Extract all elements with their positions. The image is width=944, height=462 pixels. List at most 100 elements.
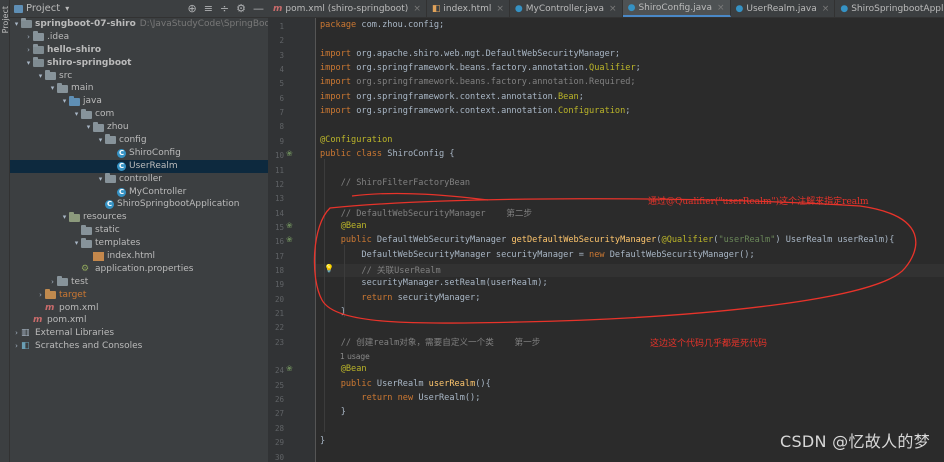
tree-item[interactable]: ▾ zhou [10, 121, 268, 134]
chevron-right-icon[interactable]: › [48, 276, 57, 289]
tree-item[interactable]: ▾ resources [10, 211, 268, 224]
editor-tab[interactable]: ●ShiroSpringbootApplication.java× [835, 0, 944, 17]
tree-item[interactable]: › hello-shiro [10, 44, 268, 57]
tree-item-label: main [71, 83, 94, 94]
tree-item[interactable]: ▾ java [10, 95, 268, 108]
tree-item[interactable]: ▾ shiro-springboot [10, 57, 268, 70]
editor-tab[interactable]: ● ShiroConfig.java × [622, 0, 731, 17]
close-icon[interactable]: × [496, 4, 504, 14]
chevron-down-icon[interactable]: ▾ [65, 4, 69, 13]
tree-item[interactable]: ▾ controller [10, 173, 268, 186]
chevron-down-icon[interactable]: ▾ [60, 211, 69, 224]
annotation-note-boilerplate: 这边这个代码几乎都是死代码 [650, 339, 768, 349]
line-number: 4 [279, 65, 284, 75]
tree-item[interactable]: static [10, 224, 268, 237]
properties-file-icon [81, 263, 92, 276]
tree-item-label: UserRealm [129, 160, 178, 171]
left-tool-strip[interactable]: Project [0, 0, 10, 462]
expand-icon[interactable]: ÷ [220, 2, 229, 15]
code-token: import [320, 63, 357, 74]
code-token: DefaultWebSecurityManager securityManage… [320, 249, 590, 260]
tree-item[interactable]: application.properties [10, 263, 268, 276]
code-line: // DefaultWebSecurityManager 第二步 [320, 207, 532, 219]
code-token: // ShiroFilterFactoryBean [320, 177, 471, 188]
chevron-down-icon[interactable]: ▾ [96, 134, 105, 147]
hide-icon[interactable]: — [253, 2, 264, 15]
tree-item[interactable]: ▾ com [10, 108, 268, 121]
tree-item[interactable]: UserRealm [10, 160, 268, 173]
tree-item[interactable]: › target [10, 289, 268, 302]
editor-tab[interactable]: ◧ index.html × [427, 0, 510, 17]
project-panel-header: Project ▾ ⊕ ≡ ÷ ⚙ — [10, 0, 268, 18]
editor-tab[interactable]: ● MyController.java × [510, 0, 623, 17]
tree-item-label: target [59, 289, 87, 300]
tree-item-label: ShiroConfig [129, 147, 181, 158]
tree-item[interactable]: ▾ templates [10, 237, 268, 250]
code-token: // 创建realm对象，需要自定义一个类 第一步 [320, 337, 541, 348]
code-editor[interactable]: 💡 package com.zhou.config; import org.apac… [316, 18, 944, 462]
gear-icon[interactable]: ⚙ [236, 2, 246, 15]
tree-item-label: .idea [47, 31, 70, 42]
collapse-icon[interactable]: ≡ [204, 2, 213, 15]
chevron-right-icon[interactable]: › [12, 340, 21, 353]
chevron-right-icon[interactable]: › [24, 44, 33, 57]
chevron-down-icon[interactable]: ▾ [48, 82, 57, 95]
tree-item[interactable]: › External Libraries [10, 327, 268, 340]
chevron-down-icon[interactable]: ▾ [72, 237, 81, 250]
code-token: new [589, 249, 610, 260]
chevron-down-icon[interactable]: ▾ [36, 70, 45, 83]
module-folder-icon [21, 18, 32, 29]
tree-item-label: src [59, 70, 73, 81]
project-tool-label[interactable]: Project [1, 6, 10, 33]
folder-icon [81, 108, 92, 119]
chevron-down-icon[interactable]: ▾ [12, 18, 21, 31]
tab-label: UserRealm.java [746, 3, 817, 14]
folder-icon [57, 276, 68, 287]
chevron-down-icon[interactable]: ▾ [72, 108, 81, 121]
line-number: 15 [274, 222, 284, 232]
chevron-down-icon[interactable]: ▾ [96, 173, 105, 186]
tree-item[interactable]: ▾ main [10, 82, 268, 95]
tree-item-label: java [83, 96, 102, 107]
chevron-right-icon[interactable]: › [24, 31, 33, 44]
close-icon[interactable]: × [717, 3, 725, 13]
code-line: public class ShiroConfig { [320, 149, 455, 159]
line-number: 26 [274, 395, 284, 405]
bean-icon[interactable]: ❀ [286, 235, 293, 244]
locate-icon[interactable]: ⊕ [187, 2, 196, 15]
tree-item[interactable]: ▾ config [10, 134, 268, 147]
java-class-icon [105, 198, 114, 211]
code-line: // 创建realm对象，需要自定义一个类 第一步 [320, 336, 541, 348]
usage-hint[interactable]: 1 usage [340, 352, 370, 361]
chevron-down-icon[interactable]: ▾ [24, 57, 33, 70]
bean-icon[interactable]: ❀ [286, 364, 293, 373]
editor-tab[interactable]: ● UserRealm.java × [731, 0, 836, 17]
tree-item[interactable]: ▾ springboot-07-shiro D:\JavaStudyCode\Spr… [10, 18, 268, 31]
tree-item[interactable]: ShiroSpringbootApplication [10, 198, 268, 211]
tree-item-label: templates [95, 238, 141, 249]
line-number: 17 [274, 251, 284, 261]
tree-item[interactable]: MyController [10, 186, 268, 199]
tree-item[interactable]: ▾ src [10, 70, 268, 83]
tree-item[interactable]: › .idea [10, 31, 268, 44]
close-icon[interactable]: × [413, 4, 421, 14]
project-view-title[interactable]: Project [26, 3, 60, 14]
chevron-right-icon[interactable]: › [36, 289, 45, 302]
bean-icon[interactable]: ❀ [286, 149, 293, 158]
chevron-down-icon[interactable]: ▾ [84, 121, 93, 134]
tree-item[interactable]: m pom.xml [10, 302, 268, 315]
code-token: // 关联UserRealm [320, 265, 441, 276]
chevron-right-icon[interactable]: › [12, 327, 21, 340]
close-icon[interactable]: × [609, 4, 617, 14]
tree-item[interactable]: m pom.xml [10, 314, 268, 327]
tree-item[interactable]: › test [10, 276, 268, 289]
editor-tab[interactable]: m pom.xml (shiro-springboot) × [268, 0, 427, 17]
tree-item[interactable]: index.html [10, 250, 268, 263]
bean-icon[interactable]: ❀ [286, 221, 293, 230]
tree-item-label: static [95, 225, 120, 236]
tree-item[interactable]: › Scratches and Consoles [10, 340, 268, 353]
chevron-down-icon[interactable]: ▾ [60, 95, 69, 108]
tree-item[interactable]: ShiroConfig [10, 147, 268, 160]
close-icon[interactable]: × [822, 4, 830, 14]
java-class-icon [117, 147, 126, 160]
